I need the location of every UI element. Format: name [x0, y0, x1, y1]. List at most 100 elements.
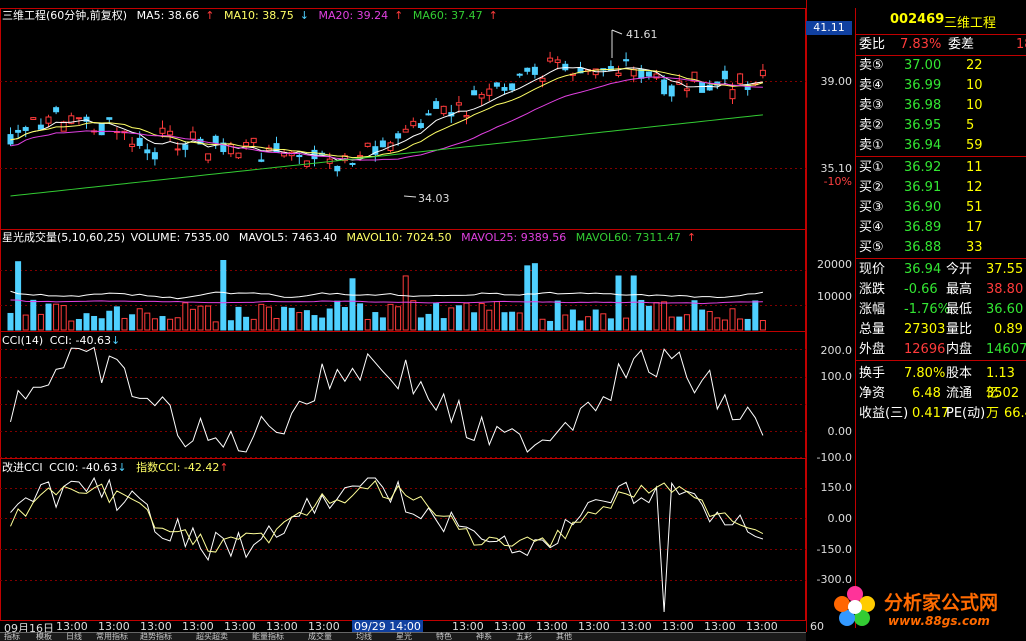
- volume-bar: [68, 320, 75, 331]
- volume-bar: [30, 299, 37, 331]
- volume-bar: [357, 303, 364, 331]
- volume-bar: [167, 318, 174, 331]
- quote-value: 36.60: [986, 302, 1024, 317]
- candle-body: [182, 144, 189, 150]
- bid-volume: 51: [966, 200, 983, 215]
- cci-axis-label: -100.0: [816, 451, 852, 464]
- volume-bar: [235, 306, 242, 331]
- quote-label: 总量: [859, 322, 886, 337]
- candle-body: [243, 142, 250, 147]
- ask-price: 36.94: [904, 138, 942, 153]
- bid-row[interactable]: 买② 36.91 12: [856, 178, 1026, 198]
- down-arrow-icon: ↓: [110, 334, 121, 347]
- divider: [856, 258, 1026, 259]
- ask-volume: 10: [966, 98, 983, 113]
- bid-row[interactable]: 买④ 36.89 17: [856, 218, 1026, 238]
- down-arrow-icon: ↓: [299, 9, 309, 22]
- volume-bar: [379, 317, 386, 331]
- volume-bar: [91, 315, 98, 331]
- volume-bar: [729, 308, 736, 331]
- bid-row[interactable]: 买① 36.92 11: [856, 158, 1026, 178]
- bid-volume: 17: [966, 220, 983, 235]
- cci2-pane-header: 改进CCI CCI0: -40.63↓ 指数CCI: -42.42↑: [2, 461, 235, 475]
- candle-body: [235, 152, 242, 159]
- bid-price: 36.91: [904, 180, 942, 195]
- ask-row[interactable]: 卖② 36.95 5: [856, 116, 1026, 136]
- fundamental-value: 6.48: [912, 386, 941, 401]
- fundamental-label: 净资: [859, 386, 886, 401]
- stock-name: 三维工程: [944, 16, 997, 31]
- volume-bar: [220, 260, 227, 331]
- quote-label: 内盘: [946, 342, 973, 357]
- cci2-axis-label: 0.00: [827, 512, 853, 525]
- ask-label: 卖④: [859, 78, 884, 93]
- ask-label: 卖②: [859, 118, 884, 133]
- mavol25-line: [10, 299, 763, 305]
- bid-price: 36.92: [904, 160, 942, 175]
- quote-label: 现价: [859, 262, 886, 277]
- volume-bar: [98, 318, 105, 331]
- candle-body: [364, 142, 371, 147]
- bid-row[interactable]: 买⑤ 36.88 33: [856, 238, 1026, 258]
- ask-volume: 5: [966, 118, 975, 133]
- volume-bar: [288, 307, 295, 331]
- volume-bar: [7, 312, 14, 331]
- index-cci-readout: 指数CCI: -42.42: [136, 461, 220, 474]
- volume-bar: [714, 317, 721, 331]
- ask-row[interactable]: 卖① 36.94 59: [856, 136, 1026, 156]
- up-arrow-icon: ↑: [394, 9, 404, 22]
- volume-bar: [463, 302, 470, 331]
- volume-bar: [129, 314, 136, 331]
- cci2-axis-label: 150.0: [820, 481, 853, 494]
- volume-bar: [205, 305, 212, 331]
- time-axis-corner: 60: [810, 620, 824, 633]
- quote-value: -1.76%: [904, 302, 950, 317]
- bid-row[interactable]: 买③ 36.90 51: [856, 198, 1026, 218]
- volume-bar: [486, 309, 493, 331]
- ask-row[interactable]: 卖③ 36.98 10: [856, 96, 1026, 116]
- ask-price: 36.95: [904, 118, 942, 133]
- cci-line: [10, 346, 764, 453]
- volume-bar: [243, 316, 250, 331]
- candle-body: [433, 101, 440, 109]
- volume-bar: [706, 311, 713, 331]
- quote-row: 总量 27303 量比 0.89: [856, 320, 1026, 340]
- volume-bar: [638, 299, 645, 331]
- candle-body: [296, 155, 303, 158]
- weibi-row: 委比 7.83% 委差 18: [856, 35, 1026, 55]
- cci-pane-header: CCI(14) CCI: -40.63↓: [2, 334, 126, 348]
- volume-bar: [721, 319, 728, 331]
- mavol5-readout: MAVOL5: 7463.40: [238, 231, 337, 244]
- up-arrow-icon: ↑: [686, 231, 697, 244]
- bid-price: 36.90: [904, 200, 942, 215]
- volume-bar: [425, 313, 432, 331]
- price-axis-label: 39.00: [820, 75, 853, 88]
- fundamental-value: 0.417: [912, 406, 950, 421]
- candle-body: [509, 83, 516, 91]
- cci-pane-title: CCI(14): [2, 334, 44, 347]
- divider: [856, 156, 1026, 157]
- mavol60-readout: MAVOL60: 7311.47: [575, 231, 681, 244]
- ask-volume: 59: [966, 138, 983, 153]
- candle-body: [189, 131, 196, 140]
- ask-label: 卖①: [859, 138, 884, 153]
- quote-row: 涨跌 -0.66 最高 38.80: [856, 280, 1026, 300]
- volume-bar: [440, 318, 447, 331]
- volume-bar: [577, 320, 584, 331]
- volume-bar: [319, 317, 326, 331]
- volume-bar: [197, 305, 204, 331]
- volume-bar: [683, 314, 690, 331]
- volume-bar: [410, 300, 417, 331]
- quote-value: 12696: [904, 342, 946, 357]
- ma20-line: [10, 76, 763, 161]
- candle-body: [668, 85, 675, 97]
- ask-row[interactable]: 卖⑤ 37.00 22: [856, 56, 1026, 76]
- ask-label: 卖③: [859, 98, 884, 113]
- quote-value: 36.94: [904, 262, 942, 277]
- volume-bar: [471, 312, 478, 331]
- candle-body: [357, 155, 364, 158]
- candle-body: [349, 162, 356, 165]
- ask-row[interactable]: 卖④ 36.99 10: [856, 76, 1026, 96]
- cci-axis-label: 100.0: [820, 370, 853, 383]
- volume-bar: [334, 300, 341, 331]
